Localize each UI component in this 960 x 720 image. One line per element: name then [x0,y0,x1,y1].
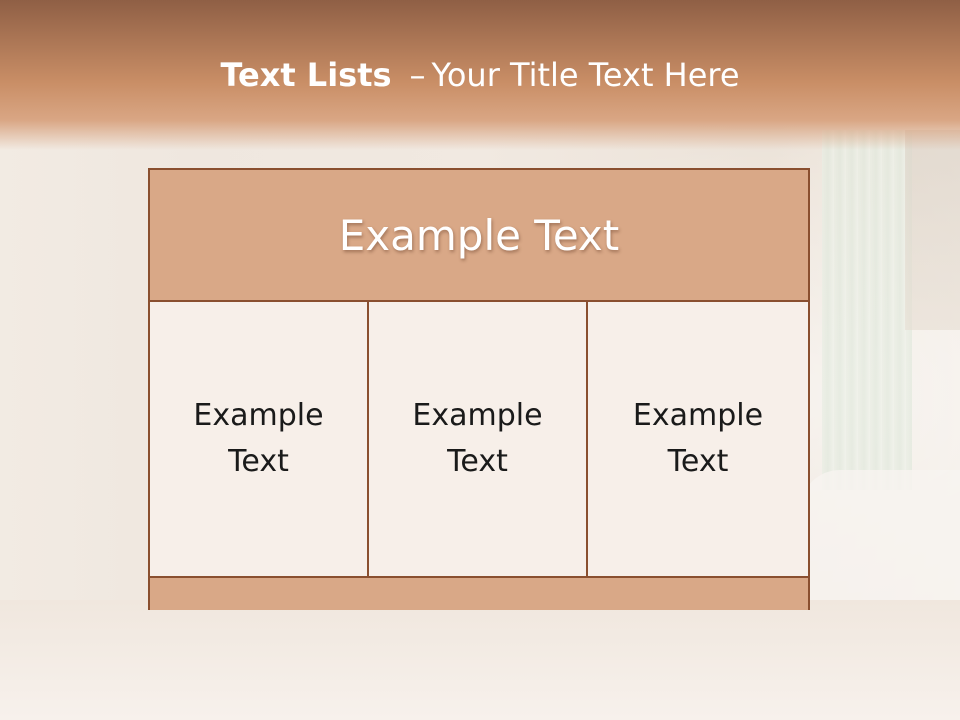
cell-3-line-2: Text [667,444,729,479]
cell-2-line-1: Example [412,398,543,433]
cell-1-line-1: Example [193,398,324,433]
title-rest-text: Your Title Text Here [431,56,740,94]
table-cell-2: Example Text [369,302,588,576]
title-bold-text: Text Lists [220,56,392,94]
table-cell-1: Example Text [150,302,369,576]
text-list-table: Example Text Example Text Example Text E… [148,168,810,610]
title-separator: – [409,56,426,94]
table-header: Example Text [150,170,808,302]
background-bedding [0,600,960,720]
table-cell-3: Example Text [588,302,808,576]
background-curtain [822,130,912,490]
cell-3-line-1: Example [632,398,764,433]
background-medical-equipment [905,130,960,330]
slide-title: Text Lists – Your Title Text Here [0,50,960,100]
cell-1-line-2: Text [228,444,289,479]
table-header-text: Example Text [338,210,620,260]
table-footer-bar [150,576,808,610]
cell-2-line-2: Text [447,444,508,479]
